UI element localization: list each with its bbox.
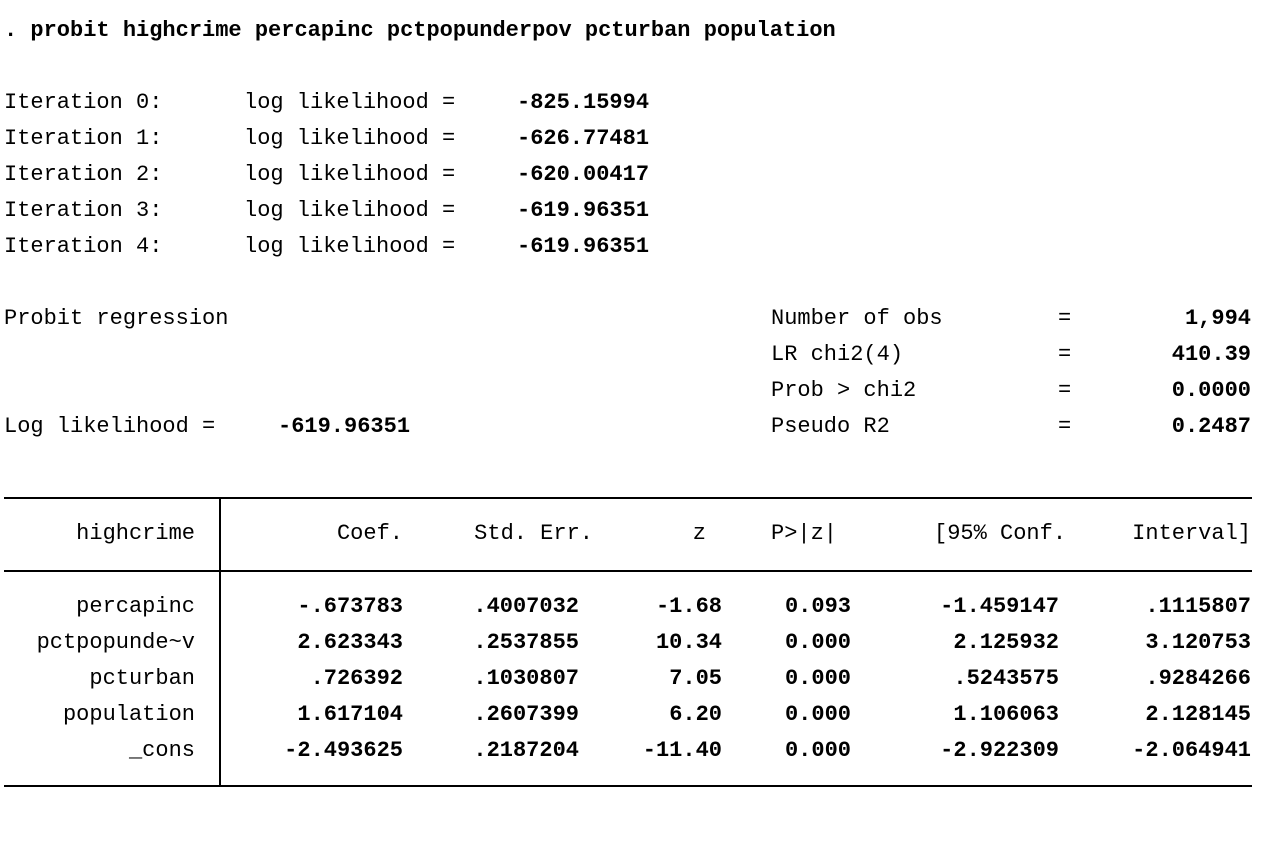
stat-value: 410.39 [1171, 342, 1251, 367]
model-title: Probit regression [4, 306, 229, 331]
cell-ci-low: .5243575 [953, 666, 1059, 691]
header-ci-low: [95% Conf. [934, 521, 1067, 546]
cell-pvalue: 0.093 [784, 594, 851, 619]
iteration-value: -825.15994 [517, 90, 650, 115]
cell-ci-high: -2.064941 [1132, 738, 1251, 763]
cell-coef: -2.493625 [284, 738, 403, 763]
iteration-label: Iteration 4: [4, 234, 163, 259]
header-z: z [692, 521, 706, 546]
cell-ci-low: 2.125932 [953, 630, 1059, 655]
iteration-value: -619.96351 [517, 198, 650, 223]
stat-equals: = [1058, 306, 1072, 331]
cell-ci-low: -1.459147 [940, 594, 1059, 619]
cell-std-err: .2607399 [473, 702, 579, 727]
cell-pvalue: 0.000 [784, 702, 851, 727]
cell-z: -1.68 [655, 594, 722, 619]
depvar-header: highcrime [76, 521, 195, 546]
stat-value: 0.0000 [1171, 378, 1251, 403]
cell-ci-high: .9284266 [1145, 666, 1251, 691]
row-variable: population [62, 702, 195, 727]
row-variable: _cons [128, 738, 195, 763]
header-ci-high: Interval] [1132, 521, 1251, 546]
cell-coef: 2.623343 [297, 630, 403, 655]
cell-z: 7.05 [669, 666, 722, 691]
row-variable: pcturban [89, 666, 195, 691]
cell-ci-high: 3.120753 [1145, 630, 1251, 655]
cell-ci-low: -2.922309 [940, 738, 1059, 763]
cell-pvalue: 0.000 [784, 666, 851, 691]
cell-z: 6.20 [669, 702, 722, 727]
cell-std-err: .2187204 [473, 738, 579, 763]
loglik-value: -619.96351 [278, 414, 411, 439]
header-pvalue: P>|z| [771, 521, 838, 546]
row-variable: percapinc [76, 594, 195, 619]
iteration-text: log likelihood = [244, 90, 456, 115]
cell-std-err: .1030807 [473, 666, 579, 691]
cell-z: -11.40 [642, 738, 722, 763]
table-header-rule [4, 570, 1252, 572]
iteration-label: Iteration 3: [4, 198, 163, 223]
table-top-rule [4, 497, 1252, 499]
iteration-label: Iteration 2: [4, 162, 163, 187]
cell-ci-low: 1.106063 [953, 702, 1059, 727]
stat-value: 0.2487 [1171, 414, 1251, 439]
cell-pvalue: 0.000 [784, 630, 851, 655]
iteration-value: -620.00417 [517, 162, 650, 187]
command-line: . probit highcrime percapinc pctpopunder… [4, 18, 836, 43]
cell-pvalue: 0.000 [784, 738, 851, 763]
stat-value: 1,994 [1184, 306, 1251, 331]
iteration-label: Iteration 1: [4, 126, 163, 151]
stat-label: Prob > chi2 [771, 378, 917, 403]
iteration-value: -619.96351 [517, 234, 650, 259]
stat-label: LR chi2(4) [771, 342, 904, 367]
cell-ci-high: .1115807 [1145, 594, 1251, 619]
stat-label: Pseudo R2 [771, 414, 890, 439]
iteration-value: -626.77481 [517, 126, 650, 151]
header-std-err: Std. Err. [474, 521, 593, 546]
cell-coef: -.673783 [297, 594, 403, 619]
cell-coef: 1.617104 [297, 702, 403, 727]
header-coef: Coef. [336, 521, 403, 546]
cell-z: 10.34 [655, 630, 722, 655]
iteration-text: log likelihood = [244, 198, 456, 223]
cell-std-err: .2537855 [473, 630, 579, 655]
table-bottom-rule [4, 785, 1252, 787]
iteration-text: log likelihood = [244, 234, 456, 259]
cell-ci-high: 2.128145 [1145, 702, 1251, 727]
iteration-label: Iteration 0: [4, 90, 163, 115]
cell-coef: .726392 [310, 666, 403, 691]
loglik-label: Log likelihood = [4, 414, 216, 439]
iteration-text: log likelihood = [244, 162, 456, 187]
stat-equals: = [1058, 378, 1072, 403]
iteration-text: log likelihood = [244, 126, 456, 151]
stat-equals: = [1058, 342, 1072, 367]
row-variable: pctpopunde~v [36, 630, 195, 655]
stat-label: Number of obs [771, 306, 943, 331]
stat-equals: = [1058, 414, 1072, 439]
cell-std-err: .4007032 [473, 594, 579, 619]
